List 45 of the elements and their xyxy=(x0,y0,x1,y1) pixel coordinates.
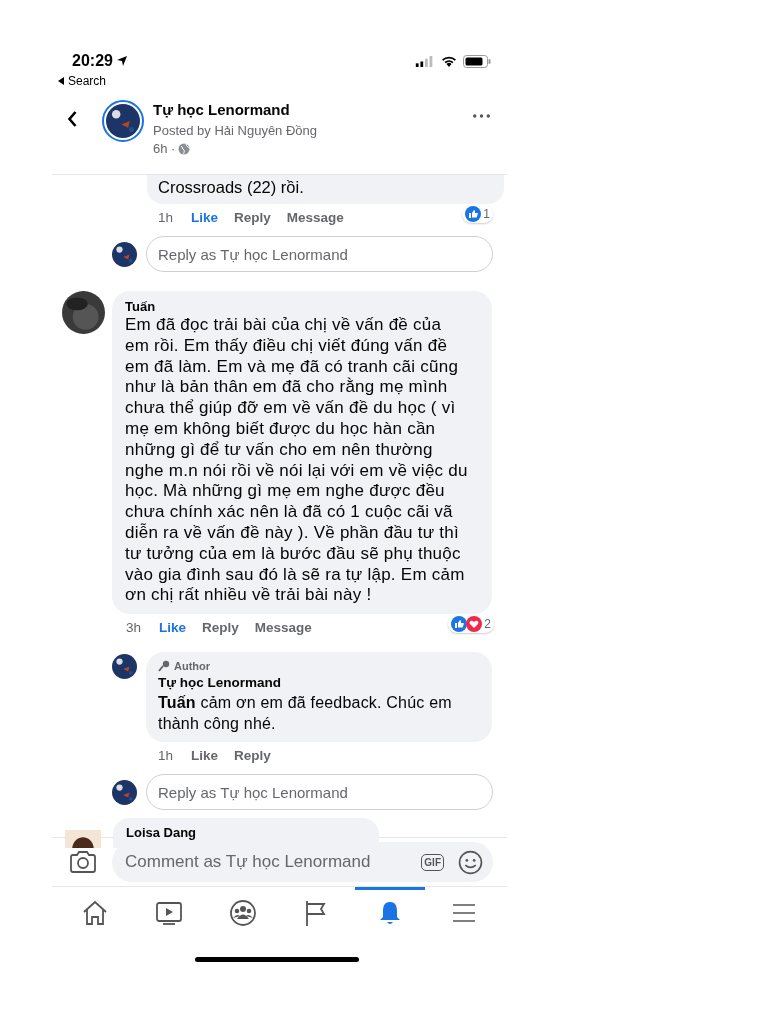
like-link[interactable]: Like xyxy=(159,619,187,635)
reply-link[interactable]: Reply xyxy=(234,209,271,225)
signal-icon xyxy=(415,55,435,67)
reply-field[interactable]: Reply as Tự học Lenormand xyxy=(146,774,493,811)
message-link[interactable]: Message xyxy=(286,209,344,225)
comment-time: 1h xyxy=(158,209,174,225)
posted-by-text: Posted by Hải Nguyên Đồng xyxy=(153,122,318,140)
avatar-ring[interactable] xyxy=(102,100,144,142)
author-label: Author xyxy=(174,659,211,675)
globe-icon xyxy=(178,142,191,155)
page-title[interactable]: Tự học Lenormand xyxy=(153,100,318,120)
gif-button[interactable]: GIF xyxy=(421,853,444,871)
reply-field[interactable]: Reply as Tự học Lenormand xyxy=(146,236,493,272)
comment-author[interactable]: Loisa Dang xyxy=(126,826,379,841)
wifi-icon xyxy=(441,55,457,67)
post-time: 6h · xyxy=(153,141,176,156)
comment-time: 1h xyxy=(158,747,174,763)
battery-icon xyxy=(463,54,491,68)
more-options-icon[interactable] xyxy=(473,114,490,118)
thumbs-up-icon xyxy=(465,206,482,222)
camera-icon[interactable] xyxy=(69,850,97,874)
comment-author[interactable]: Tuấn xyxy=(125,299,468,315)
comment-field[interactable]: Comment as Tự học Lenormand GIF xyxy=(112,842,493,882)
comment-text: Tuấn cảm ơn em đã feedback. Chúc em thành công nhé. xyxy=(158,693,453,735)
message-link[interactable]: Message xyxy=(254,619,312,635)
comment-text: Crossroads (22) rồi. xyxy=(158,178,304,196)
back-icon[interactable] xyxy=(67,110,78,128)
location-arrow-icon xyxy=(116,56,127,66)
reaction-summary[interactable]: 1 xyxy=(462,205,493,223)
status-time: 20:29 xyxy=(72,52,113,70)
thumbs-up-icon xyxy=(451,616,468,633)
like-link[interactable]: Like xyxy=(191,747,219,763)
reaction-summary[interactable]: 2 xyxy=(448,615,494,634)
reply-link[interactable]: Reply xyxy=(234,747,271,763)
comment-time: 3h xyxy=(126,619,142,635)
comment-text: Em đã đọc trải bài của chị về vấn đề của em rồi. Em thấy điều chị viết đúng vấn đề em đã làm. Em và mẹ đã có tranh cãi cũng như là bản thân em đã cho rằng mẹ mình chưa thể giúp đỡ em về vấn đề du học ( vì mẹ em không biết được du học hàn cần những gì để tư vấn cho em nên thường nghe m.n nói rồi về nói lại với em về việc du học. Mà những gì mẹ em nghe được đều chưa chính xác nên là đã có 1 cuộc cãi vã diễn ra về vấn đề này ). Về phần đầu tư thì tư tưởng của em là bước đầu sẽ phụ thuộc vào gia đình sau đó là sẽ ra tự lập. Em cảm ơn chị rất nhiều về trải bài này ! xyxy=(125,315,468,607)
back-triangle-icon xyxy=(58,77,64,85)
home-icon xyxy=(81,898,109,927)
microphone-icon xyxy=(158,660,170,673)
back-to-search-link[interactable]: Search xyxy=(52,72,107,90)
reply-link[interactable]: Reply xyxy=(202,619,239,635)
groups-icon xyxy=(228,898,257,927)
like-link[interactable]: Like xyxy=(191,209,219,225)
comment-author[interactable]: Tự học Lenormand xyxy=(158,674,480,693)
smiley-icon[interactable] xyxy=(458,849,483,875)
